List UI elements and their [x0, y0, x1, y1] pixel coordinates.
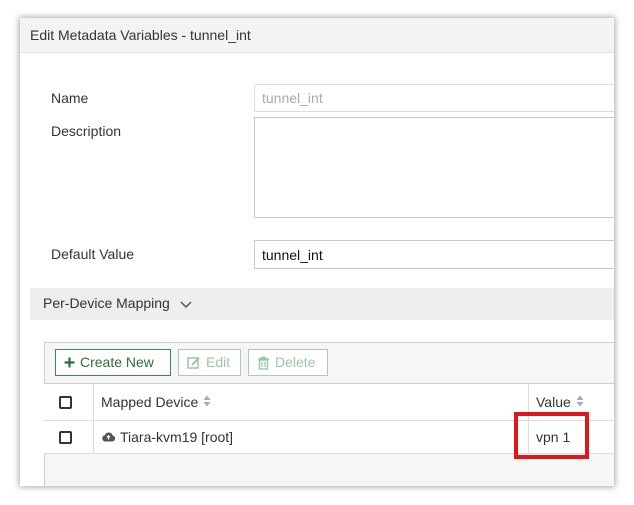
device-name: Tiara-kvm19 [root] — [120, 429, 234, 445]
name-field[interactable] — [254, 84, 614, 112]
edit-label: Edit — [206, 354, 231, 370]
delete-button[interactable]: Delete — [248, 349, 328, 376]
column-header-device[interactable]: Mapped Device — [101, 384, 521, 420]
select-all-checkbox[interactable] — [59, 395, 72, 409]
create-new-label: Create New — [80, 354, 154, 370]
edit-button[interactable]: Edit — [178, 349, 241, 376]
plus-icon — [64, 357, 75, 368]
name-label: Name — [51, 90, 89, 106]
device-cell: Tiara-kvm19 [root] — [101, 421, 521, 453]
description-field[interactable] — [254, 117, 614, 218]
row-checkbox[interactable] — [59, 430, 72, 444]
default-value-field[interactable] — [254, 240, 614, 269]
delete-label: Delete — [275, 354, 316, 370]
column-header-value-label: Value — [536, 394, 571, 410]
trash-icon — [257, 356, 270, 370]
select-all-checkbox-cell — [59, 384, 79, 420]
row-checkbox-cell — [59, 421, 79, 453]
sort-icon — [203, 394, 211, 410]
highlight-box — [514, 412, 589, 459]
chevron-down-icon — [180, 289, 192, 319]
description-label: Description — [51, 123, 122, 139]
create-new-button[interactable]: Create New — [55, 349, 171, 376]
column-header-device-label: Mapped Device — [101, 394, 199, 410]
per-device-mapping-toggle[interactable]: Per-Device Mapping — [30, 288, 614, 320]
default-value-label: Default Value — [51, 246, 135, 262]
section-title: Per-Device Mapping — [43, 295, 170, 311]
sort-icon — [576, 394, 584, 410]
dialog-title: Edit Metadata Variables - tunnel_int — [20, 18, 614, 53]
edit-icon — [187, 356, 201, 370]
cloud-icon — [101, 429, 116, 445]
